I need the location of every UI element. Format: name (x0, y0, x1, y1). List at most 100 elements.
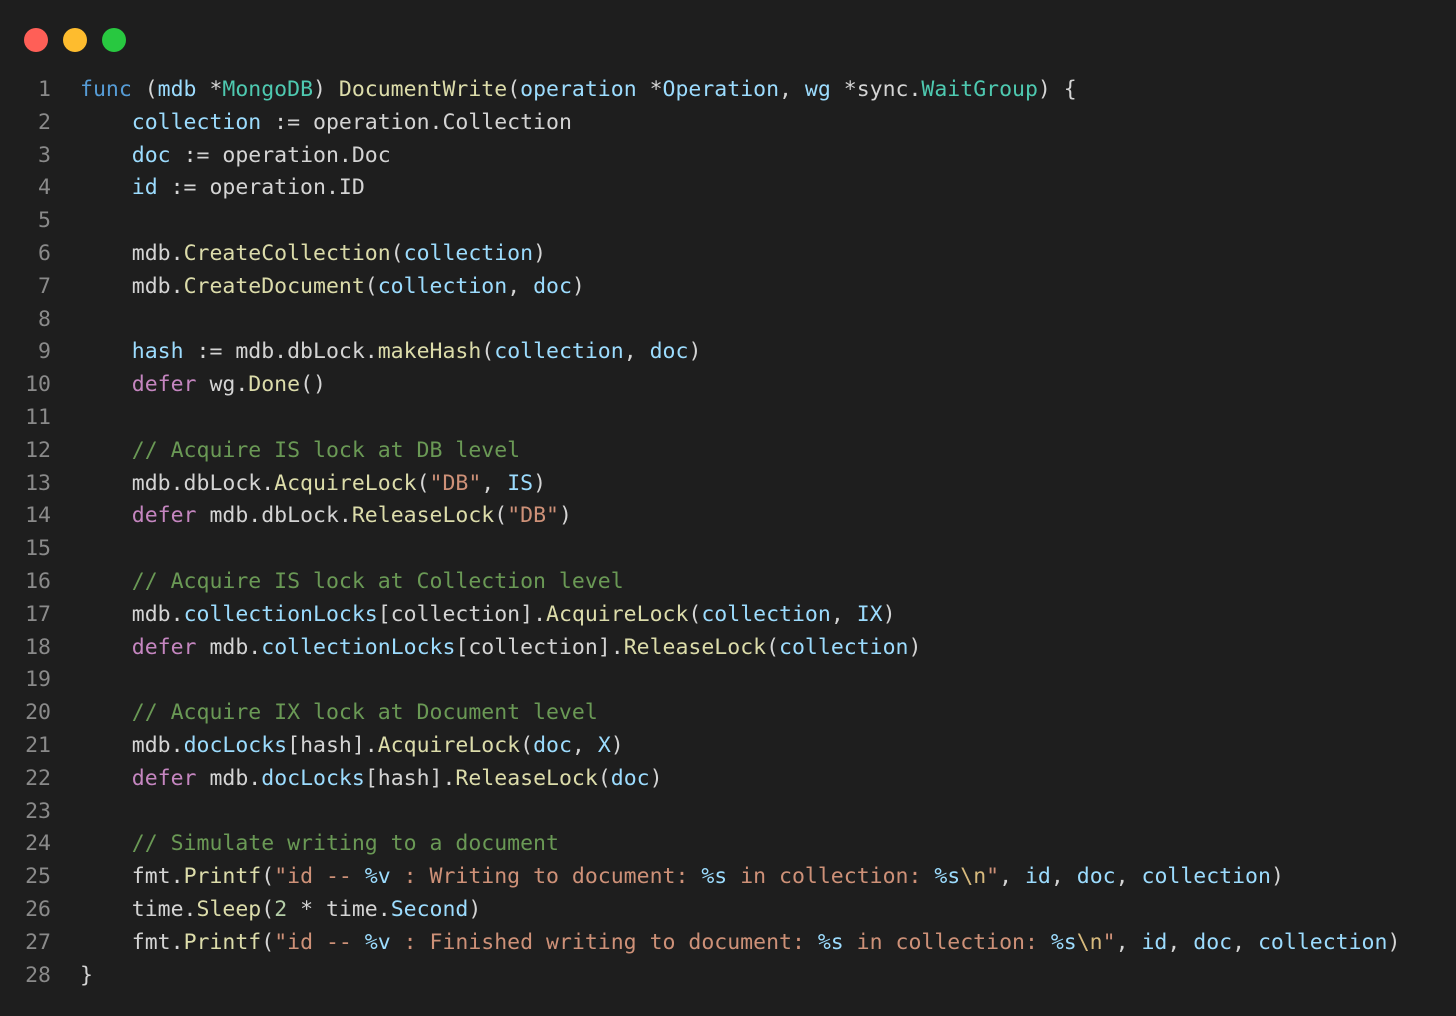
code-token: Done (248, 372, 301, 398)
line-number: 4 (38, 175, 51, 201)
code-token: // Acquire IX lock at Document level (131, 700, 598, 726)
code-token: doc (533, 273, 572, 299)
code-token: "DB" (507, 503, 559, 529)
code-window: 1 func (mdb *MongoDB) DocumentWrite(opera… (0, 0, 1456, 1016)
code-token: defer (131, 765, 197, 791)
code-token: %v (364, 929, 391, 955)
code-token: id (1141, 929, 1168, 955)
code-token: mdb. (80, 273, 184, 299)
line-number: 12 (25, 437, 51, 463)
code-token: wg. (196, 372, 249, 398)
code-text: mdb.CreateDocument(collection, doc) (80, 271, 585, 304)
code-token: docLocks (183, 732, 288, 758)
line-number: 2 (38, 109, 51, 135)
code-token: defer (131, 503, 197, 529)
code-token: ( (494, 503, 508, 529)
code-token: Printf (183, 929, 262, 955)
code-line: 5 (0, 205, 1456, 238)
code-token: docLocks (261, 765, 365, 791)
window-titlebar (0, 0, 1456, 70)
code-token: , (1232, 929, 1258, 955)
code-token: MongoDB (222, 77, 314, 102)
line-number: 27 (25, 929, 51, 955)
code-line: 2 collection := operation.Collection (0, 107, 1456, 140)
code-token: := operation.ID (157, 175, 365, 201)
code-token: , (1115, 864, 1142, 890)
code-line: 27 fmt.Printf("id -- %v : Finished writi… (0, 927, 1456, 960)
code-token: collectionLocks (261, 634, 456, 660)
code-token: ) (571, 273, 585, 299)
code-line: 21 mdb.docLocks[hash].AcquireLock(doc, X… (0, 730, 1456, 763)
code-token: in collection: (727, 864, 935, 890)
code-editor[interactable]: 1 func (mdb *MongoDB) DocumentWrite(opera… (0, 74, 1456, 992)
code-token: , (999, 864, 1025, 890)
code-token: , (571, 732, 598, 758)
line-number: 21 (25, 732, 51, 758)
code-text: hash := mdb.dbLock.makeHash(collection, … (80, 336, 702, 369)
code-token: %s (934, 864, 961, 890)
code-token: ) (533, 470, 547, 496)
code-line: 7 mdb.CreateDocument(collection, doc) (0, 271, 1456, 304)
code-token: , (623, 339, 650, 365)
line-number: 20 (25, 700, 51, 726)
zoom-window-button[interactable] (102, 28, 126, 52)
code-token: ReleaseLock (351, 503, 495, 529)
code-line: 24 // Simulate writing to a document (0, 828, 1456, 861)
code-token: ) (313, 77, 339, 102)
code-token: "DB" (429, 470, 482, 496)
minimize-window-button[interactable] (63, 28, 87, 52)
code-text: // Acquire IS lock at Collection level (80, 566, 624, 599)
code-text: mdb.dbLock.AcquireLock("DB", IS) (80, 468, 546, 501)
line-number: 18 (25, 634, 51, 660)
code-token: * time. (287, 896, 391, 922)
code-token: X (597, 732, 611, 758)
code-text: fmt.Printf("id -- %v : Writing to docume… (80, 861, 1284, 894)
code-token: := operation.Doc (170, 142, 391, 168)
code-line: 28} (0, 960, 1456, 993)
code-token: defer (131, 372, 197, 398)
line-number: 8 (38, 306, 51, 332)
code-token: () (300, 372, 326, 398)
code-text: // Simulate writing to a document (80, 828, 559, 861)
code-token: mdb (157, 77, 197, 102)
code-line: 26 time.Sleep(2 * time.Second) (0, 894, 1456, 927)
code-token: , (481, 470, 508, 496)
line-number: 3 (38, 142, 51, 168)
code-token: WaitGroup (921, 77, 1038, 102)
line-number: 11 (25, 404, 51, 430)
code-token: AcquireLock (377, 732, 521, 758)
code-token: mdb. (196, 765, 262, 791)
code-token: *sync. (830, 77, 922, 102)
code-token: " (1102, 929, 1116, 955)
code-token: , (779, 77, 805, 102)
code-text: defer mdb.collectionLocks[collection].Re… (80, 632, 922, 665)
code-token: [collection]. (377, 601, 547, 627)
code-token: 2 (274, 896, 288, 922)
code-token: ) (610, 732, 624, 758)
code-token: [collection]. (455, 634, 624, 660)
code-token: ( (416, 470, 430, 496)
code-token: , (830, 601, 857, 627)
code-line: 25 fmt.Printf("id -- %v : Writing to doc… (0, 861, 1456, 894)
code-token: ) (468, 896, 482, 922)
line-number: 6 (38, 240, 51, 266)
line-number: 28 (25, 962, 51, 988)
code-token: := operation.Collection (261, 109, 572, 135)
code-token: fmt. (80, 864, 184, 890)
code-token: // Acquire IS lock at DB level (131, 437, 521, 463)
code-line: 23 (0, 796, 1456, 829)
code-token: ReleaseLock (623, 634, 767, 660)
code-token: doc (1193, 929, 1233, 955)
code-token: : Finished writing to document: (390, 929, 818, 955)
code-token: } (80, 962, 93, 988)
code-token: doc (1076, 864, 1116, 890)
close-window-button[interactable] (24, 28, 48, 52)
line-number: 1 (38, 77, 51, 102)
code-line: 19 (0, 664, 1456, 697)
